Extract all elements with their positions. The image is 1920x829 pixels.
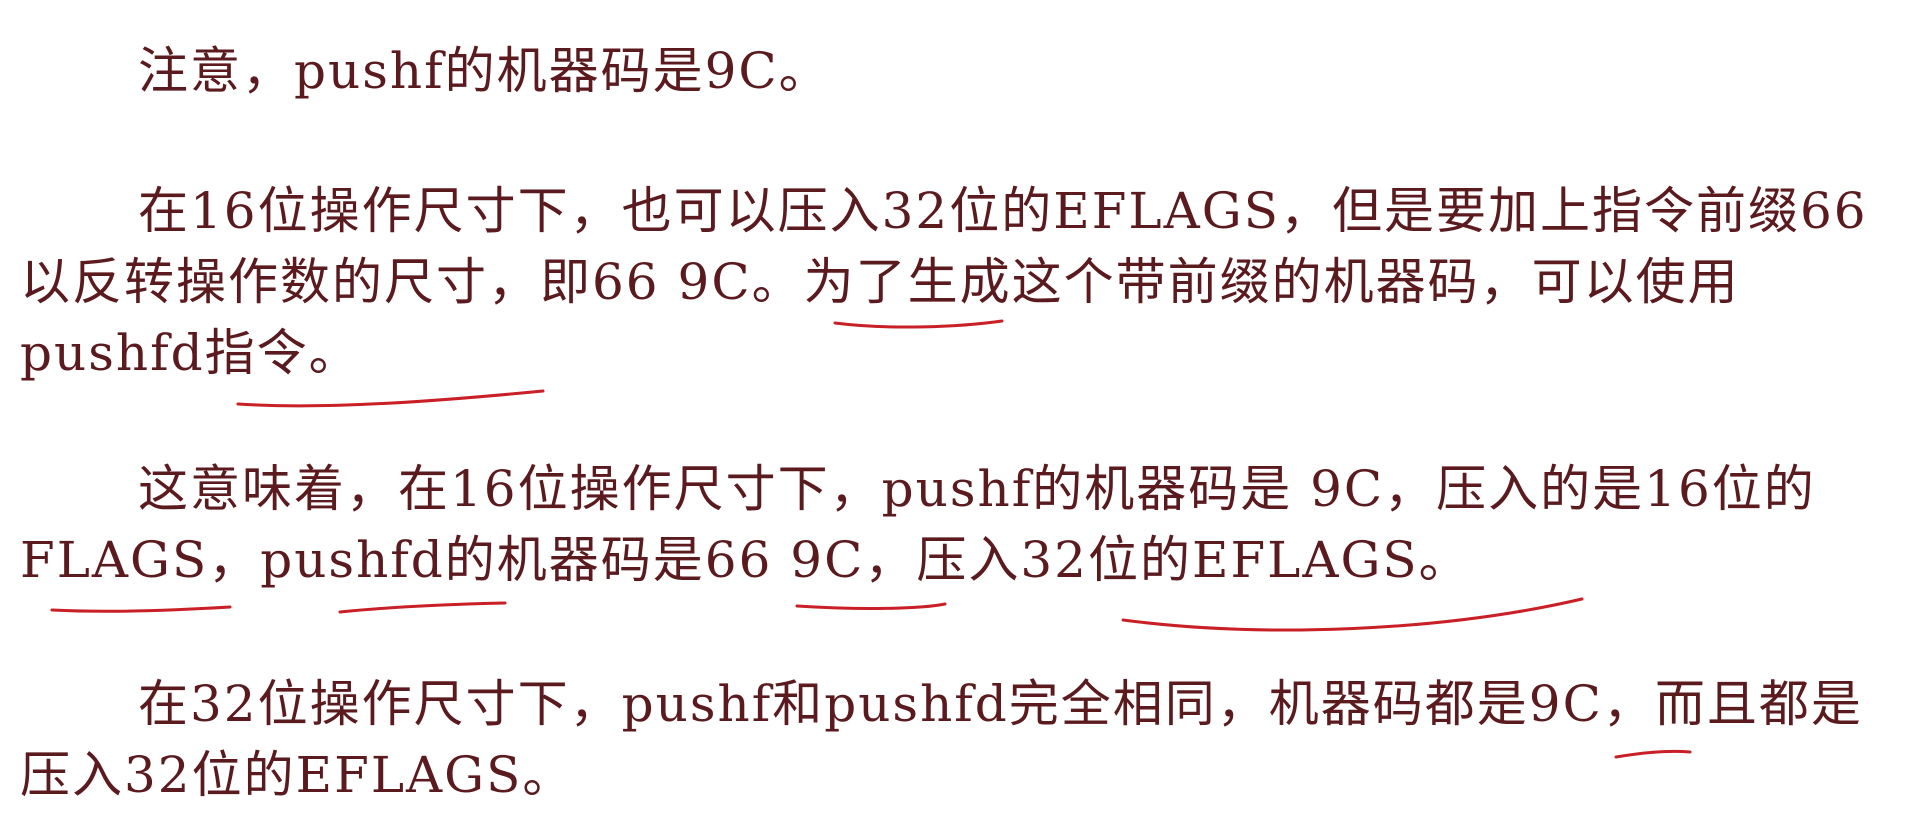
underline-pushfd — [338, 601, 507, 614]
paragraph-4: 在32位操作尺寸下，pushf和pushfd完全相同，机器码都是9C，而且都是压… — [20, 675, 1863, 804]
underline-32bit-eflags — [1121, 597, 1584, 632]
underline-pushfd-instruction — [236, 389, 545, 408]
underline-66-9c-line5 — [795, 602, 947, 610]
document-page: 注意，pushf的机器码是9C。 在16位操作尺寸下，也可以压入32位的EFLA… — [0, 0, 1920, 829]
paragraph-2: 在16位操作尺寸下，也可以压入32位的EFLAGS，但是要加上指令前缀66以反转… — [20, 182, 1868, 382]
paragraph-1: 注意，pushf的机器码是9C。 — [138, 42, 831, 100]
underline-flags — [50, 605, 232, 613]
paragraph-3: 这意味着，在16位操作尺寸下，pushf的机器码是 9C，压入的是16位的FLA… — [20, 460, 1816, 589]
